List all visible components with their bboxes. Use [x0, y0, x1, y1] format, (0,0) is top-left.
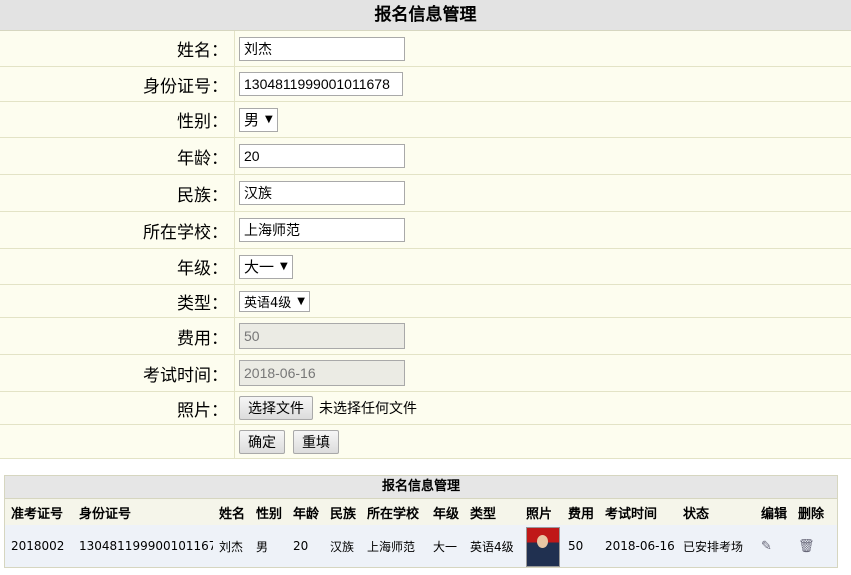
gender-label: 性别： — [0, 102, 235, 137]
row-type: 类型： 英语4级 ▼ — [0, 285, 851, 318]
gender-value: 男 — [244, 111, 260, 129]
photo-label: 照片： — [0, 392, 235, 424]
cell-name: 刘杰 — [219, 539, 244, 554]
cell-status: 已安排考场 — [683, 539, 744, 554]
form-title: 报名信息管理 — [0, 0, 851, 31]
cell-id-no: 1304811999001011678 — [79, 539, 213, 553]
gender-select[interactable]: 男 ▼ — [239, 107, 278, 132]
row-fee: 费用： 50 — [0, 318, 851, 355]
cell-type: 英语4级 — [470, 539, 514, 554]
age-label: 年龄： — [0, 138, 235, 174]
dropdown-arrow-icon: ▼ — [265, 114, 273, 125]
type-value: 英语4级 — [244, 295, 292, 311]
grade-select[interactable]: 大一 ▼ — [239, 254, 293, 279]
cell-exam-date: 2018-06-16 — [605, 539, 675, 553]
col-exam-date: 考试时间 — [605, 506, 658, 522]
id-input[interactable]: 1304811999001011678 — [239, 72, 403, 96]
registration-table: 报名信息管理 准考证号 身份证号 姓名 性别 年龄 民族 所在学校 年级 类型 … — [4, 475, 838, 568]
row-id: 身份证号： 1304811999001011678 — [0, 67, 851, 102]
col-grade: 年级 — [433, 506, 460, 522]
row-ethnicity: 民族： 汉族 — [0, 175, 851, 212]
file-status-text: 未选择任何文件 — [319, 401, 417, 417]
cell-school: 上海师范 — [367, 539, 416, 554]
fee-input[interactable]: 50 — [239, 323, 405, 349]
row-school: 所在学校： 上海师范 — [0, 212, 851, 249]
table-title: 报名信息管理 — [5, 476, 837, 499]
age-input[interactable]: 20 — [239, 144, 405, 168]
name-input[interactable]: 刘杰 — [239, 36, 405, 61]
cell-age: 20 — [293, 539, 309, 553]
student-photo — [526, 527, 560, 567]
exam-date-input[interactable]: 2018-06-16 — [239, 360, 405, 386]
col-fee: 费用 — [568, 506, 595, 522]
row-grade: 年级： 大一 ▼ — [0, 249, 851, 285]
row-age: 年龄： 20 — [0, 138, 851, 175]
registration-form: 报名信息管理 姓名： 刘杰 身份证号： 1304811999001011678 … — [0, 0, 851, 459]
col-photo: 照片 — [526, 506, 553, 522]
col-status: 状态 — [683, 506, 710, 522]
cell-ethnicity: 汉族 — [330, 539, 355, 554]
dropdown-arrow-icon: ▼ — [280, 261, 288, 272]
grade-value: 大一 — [244, 258, 275, 276]
cell-exam-no: 2018002 — [11, 539, 65, 553]
col-exam-no: 准考证号 — [11, 506, 64, 522]
reset-button[interactable]: 重填 — [293, 429, 339, 454]
cell-gender: 男 — [256, 539, 269, 554]
row-gender: 性别： 男 ▼ — [0, 102, 851, 138]
dropdown-arrow-icon: ▼ — [297, 295, 305, 307]
exam-date-label: 考试时间： — [0, 355, 235, 391]
cell-fee: 50 — [568, 539, 584, 553]
cell-photo — [520, 525, 562, 567]
edit-icon[interactable]: ✎ — [755, 539, 792, 554]
school-input[interactable]: 上海师范 — [239, 218, 405, 242]
school-label: 所在学校： — [0, 212, 235, 248]
trash-icon[interactable]: 🗑 — [792, 539, 829, 554]
row-name: 姓名： 刘杰 — [0, 31, 851, 67]
row-photo: 照片： 选择文件 未选择任何文件 — [0, 392, 851, 425]
col-edit: 编辑 — [761, 506, 788, 522]
grade-label: 年级： — [0, 249, 235, 284]
col-id-no: 身份证号 — [79, 506, 132, 522]
col-delete: 删除 — [798, 506, 825, 522]
col-name: 姓名 — [219, 506, 246, 522]
col-ethnicity: 民族 — [330, 506, 357, 522]
col-age: 年龄 — [293, 506, 320, 522]
ethnicity-label: 民族： — [0, 175, 235, 211]
type-label: 类型： — [0, 285, 235, 317]
row-exam-date: 考试时间： 2018-06-16 — [0, 355, 851, 392]
row-actions: 确定 重填 — [0, 425, 851, 459]
name-label: 姓名： — [0, 31, 235, 66]
id-label: 身份证号： — [0, 67, 235, 101]
table-row: 2018002 1304811999001011678 刘杰 男 20 汉族 上… — [5, 525, 837, 567]
confirm-button[interactable]: 确定 — [239, 429, 285, 454]
col-school: 所在学校 — [367, 506, 420, 522]
type-select[interactable]: 英语4级 ▼ — [239, 290, 310, 312]
choose-file-button[interactable]: 选择文件 — [239, 396, 313, 420]
actions-label-cell — [0, 425, 235, 458]
col-gender: 性别 — [256, 506, 283, 522]
cell-grade: 大一 — [433, 539, 458, 554]
col-type: 类型 — [470, 506, 497, 522]
ethnicity-input[interactable]: 汉族 — [239, 181, 405, 205]
table-header: 准考证号 身份证号 姓名 性别 年龄 民族 所在学校 年级 类型 照片 费用 考… — [5, 499, 837, 525]
fee-label: 费用： — [0, 318, 235, 354]
